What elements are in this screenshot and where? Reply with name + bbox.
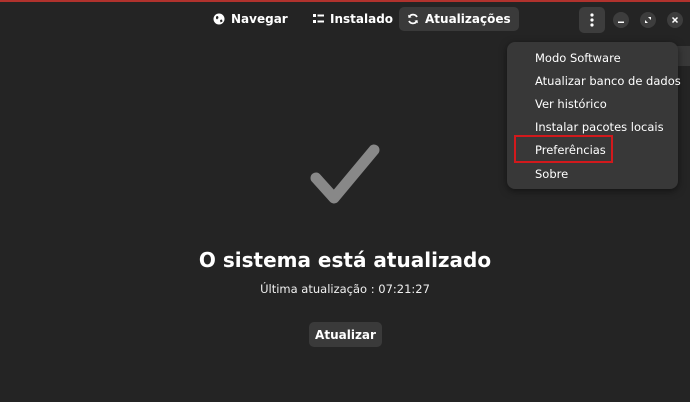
highlight-box [514,135,613,163]
update-button[interactable]: Atualizar [309,322,382,347]
vertical-dots-icon [590,13,594,27]
checkmark-icon [310,144,380,204]
tab-instalado-label: Instalado [330,12,394,26]
minimize-button[interactable] [613,12,629,28]
app-window: Navegar Instalado Atualizações O sistema… [0,0,690,402]
last-update-text: Última atualização : 07:21:27 [260,282,430,296]
tab-instalado[interactable]: Instalado [305,7,401,31]
main-menu-button[interactable] [579,7,605,33]
menu-item-atualizar-banco[interactable]: Atualizar banco de dados [535,74,681,88]
status-title: O sistema está atualizado [198,248,492,272]
refresh-icon [408,13,418,25]
close-button[interactable] [667,12,683,28]
tab-atualizacoes-label: Atualizações [425,12,511,26]
globe-icon [213,13,225,25]
maximize-button[interactable] [640,12,656,28]
list-icon [313,14,324,23]
menu-item-instalar-pacotes[interactable]: Instalar pacotes locais [535,120,664,134]
close-icon [671,16,679,24]
menu-item-ver-historico[interactable]: Ver histórico [535,97,607,111]
tab-atualizacoes[interactable]: Atualizações [399,7,519,31]
tab-navegar-label: Navegar [231,12,288,26]
header-bar: Navegar Instalado Atualizações [0,2,690,38]
tab-navegar[interactable]: Navegar [205,7,296,31]
menu-item-sobre[interactable]: Sobre [535,167,568,181]
main-menu-popover: Modo Software Atualizar banco de dados V… [507,42,681,189]
minimize-icon [618,21,624,23]
menu-item-modo-software[interactable]: Modo Software [535,51,621,65]
maximize-icon [645,17,651,23]
